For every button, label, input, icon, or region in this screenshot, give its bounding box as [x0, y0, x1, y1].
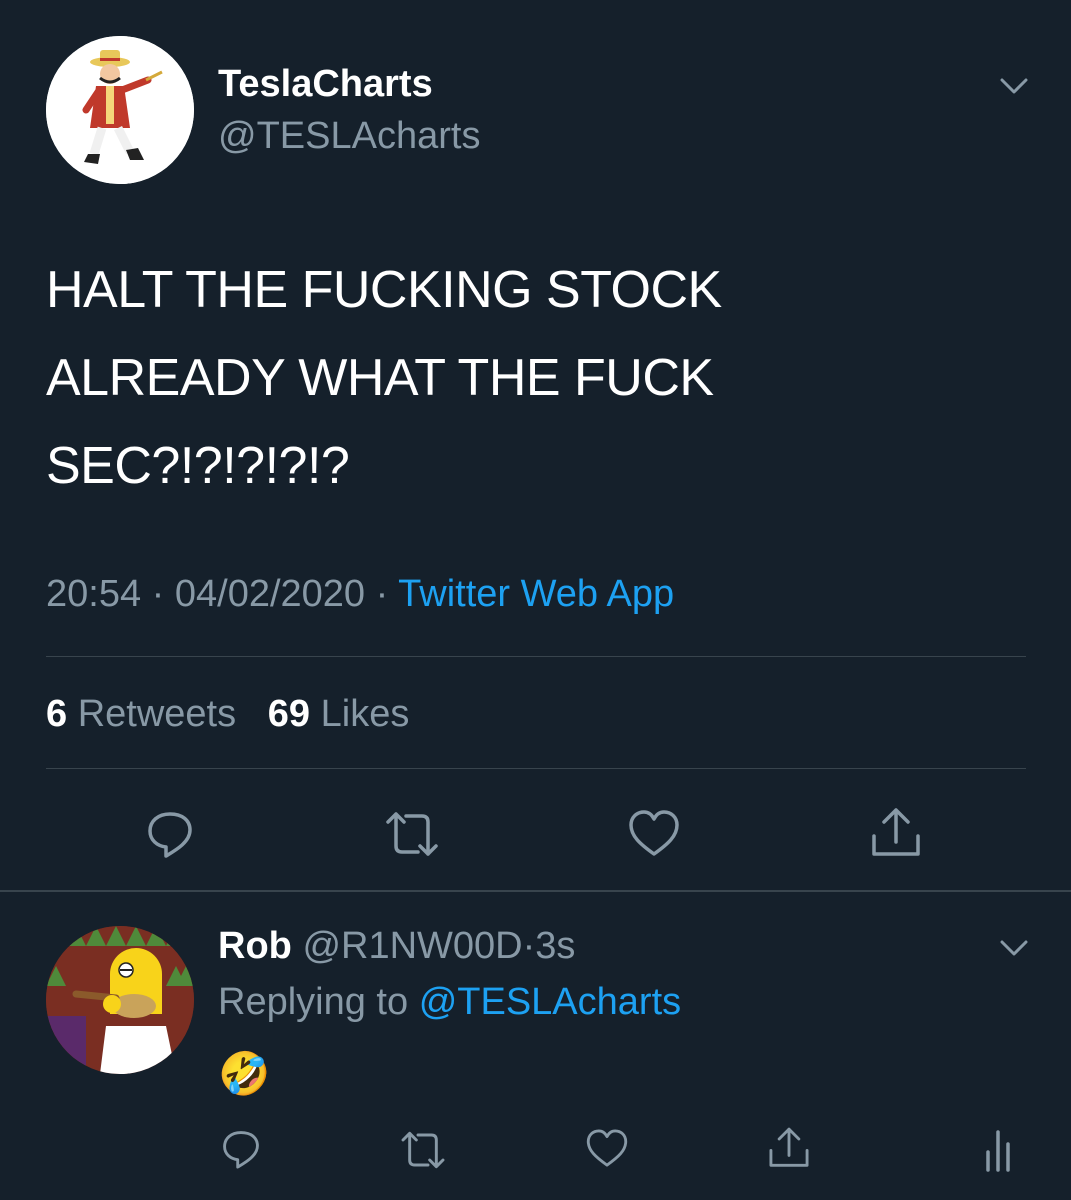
display-name[interactable]: TeslaCharts [218, 60, 433, 108]
avatar-homer-image [46, 926, 194, 1074]
retweet-icon[interactable] [382, 808, 442, 865]
tweet-stats: 6 Retweets 69 Likes [46, 690, 409, 738]
replying-to: Replying to @TESLAcharts [218, 978, 681, 1026]
tweet-source-link[interactable]: Twitter Web App [398, 573, 674, 615]
share-icon[interactable] [766, 1124, 812, 1177]
reply-icon[interactable] [142, 806, 198, 867]
reply-separator: · [522, 925, 536, 967]
handle[interactable]: @TESLAcharts [218, 112, 480, 160]
replying-prefix: Replying to [218, 981, 409, 1023]
divider [46, 768, 1026, 769]
reply-display-name[interactable]: Rob [218, 925, 292, 967]
reply-time: 3s [535, 925, 576, 967]
reply-avatar[interactable] [46, 926, 194, 1074]
retweets-label: Retweets [77, 693, 237, 735]
likes-count: 69 [267, 693, 311, 735]
meta-separator: · [375, 573, 389, 615]
tweet-meta: 20:54 · 04/02/2020 · Twitter Web App [46, 570, 674, 618]
analytics-icon[interactable] [982, 1126, 1018, 1177]
tweet-date: 04/02/2020 [174, 573, 366, 615]
reply-text: 🤣 [218, 1050, 271, 1097]
likes-stat[interactable]: 69 Likes [268, 693, 410, 735]
meta-separator: · [151, 573, 165, 615]
chevron-down-icon[interactable] [994, 928, 1034, 968]
heart-icon[interactable] [626, 806, 682, 865]
retweets-stat[interactable]: 6 Retweets [46, 693, 236, 735]
retweet-icon[interactable] [398, 1128, 448, 1177]
avatar-ringmaster-image [46, 36, 194, 184]
chevron-down-icon[interactable] [994, 66, 1034, 106]
tweet-text: HALT THE FUCKING STOCK ALREADY WHAT THE … [46, 261, 722, 495]
replying-to-link[interactable]: @TESLAcharts [419, 981, 681, 1023]
avatar[interactable] [46, 36, 194, 184]
section-divider [0, 890, 1071, 892]
retweets-count: 6 [46, 693, 68, 735]
likes-label: Likes [320, 693, 410, 735]
reply-header: Rob @R1NW00D·3s [218, 922, 575, 970]
tweet-time: 20:54 [46, 573, 142, 615]
share-icon[interactable] [868, 804, 924, 867]
reply-handle[interactable]: @R1NW00D [302, 925, 522, 967]
heart-icon[interactable] [584, 1126, 630, 1175]
divider [46, 656, 1026, 657]
reply-icon[interactable] [218, 1126, 264, 1177]
